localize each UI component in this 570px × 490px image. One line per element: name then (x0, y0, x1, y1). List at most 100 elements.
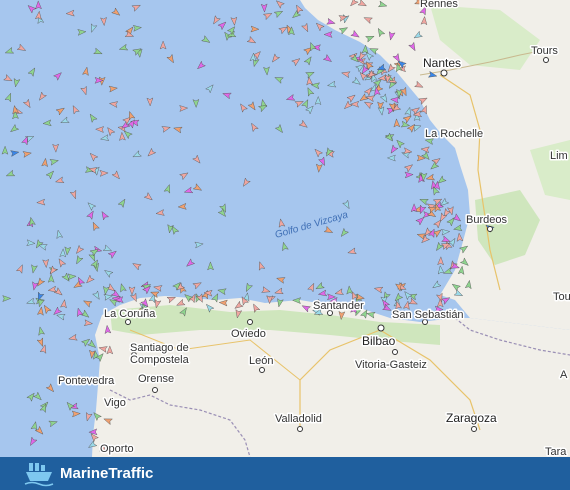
vessel-marker[interactable] (306, 76, 314, 86)
vessel-marker[interactable] (291, 9, 302, 20)
vessel-marker[interactable] (247, 101, 258, 112)
vessel-marker[interactable] (30, 421, 39, 431)
vessel-marker[interactable] (173, 125, 183, 134)
vessel-marker[interactable] (346, 93, 357, 103)
vessel-marker[interactable] (294, 99, 305, 108)
vessel-marker[interactable] (201, 35, 212, 45)
vessel-marker[interactable] (446, 206, 455, 216)
vessel-marker[interactable] (49, 158, 59, 166)
vessel-marker[interactable] (56, 257, 67, 268)
vessel-marker[interactable] (161, 124, 171, 133)
vessel-marker[interactable] (273, 9, 284, 19)
vessel-marker[interactable] (192, 154, 203, 165)
vessel-marker[interactable] (82, 298, 93, 308)
vessel-marker[interactable] (195, 60, 206, 71)
vessel-marker[interactable] (47, 273, 55, 283)
map-canvas[interactable]: Golfo de Vizcaya Rennes Nantes Tours La … (0, 0, 570, 457)
vessel-marker[interactable] (257, 261, 266, 271)
vessel-marker[interactable] (301, 98, 311, 109)
vessel-marker[interactable] (270, 53, 281, 64)
vessel-marker[interactable] (27, 66, 37, 77)
vessel-marker[interactable] (166, 53, 176, 64)
vessel-marker[interactable] (52, 143, 59, 153)
city-pontevedra[interactable]: Pontevedra (57, 374, 117, 389)
vessel-marker[interactable] (192, 280, 203, 290)
vessel-marker[interactable] (436, 298, 444, 308)
vessel-marker[interactable] (56, 312, 66, 321)
vessel-marker[interactable] (99, 170, 109, 177)
vessel-marker[interactable] (34, 239, 44, 250)
vessel-marker[interactable] (108, 100, 119, 108)
vessel-marker[interactable] (88, 112, 98, 123)
vessel-marker[interactable] (90, 221, 100, 232)
vessel-marker[interactable] (246, 35, 257, 45)
vessel-marker[interactable] (453, 224, 463, 233)
vessel-marker[interactable] (53, 70, 64, 81)
vessel-marker[interactable] (103, 268, 114, 278)
vessel-marker[interactable] (68, 333, 78, 342)
city-vigo[interactable]: Vigo (103, 396, 128, 411)
ship-logo-icon[interactable] (24, 461, 54, 487)
vessel-marker[interactable] (244, 282, 254, 293)
vessel-marker[interactable] (132, 150, 142, 160)
vessel-marker[interactable] (298, 119, 309, 130)
vessel-marker[interactable] (80, 85, 89, 96)
map-view[interactable]: Golfo de Vizcaya Rennes Nantes Tours La … (0, 0, 570, 457)
vessel-marker[interactable] (323, 31, 333, 38)
vessel-marker[interactable] (35, 0, 42, 10)
vessel-marker[interactable] (404, 106, 413, 117)
vessel-marker[interactable] (155, 209, 165, 217)
city-santiago[interactable]: Santiago de Compostela (129, 341, 192, 368)
vessel-marker[interactable] (238, 102, 248, 113)
vessel-marker[interactable] (119, 131, 126, 141)
vessel-marker[interactable] (146, 147, 157, 158)
vessel-marker[interactable] (5, 169, 16, 178)
vessel-marker[interactable] (420, 146, 430, 154)
vessel-marker[interactable] (386, 154, 396, 162)
vessel-marker[interactable] (59, 248, 67, 258)
vessel-marker[interactable] (431, 156, 442, 166)
vessel-marker[interactable] (93, 47, 104, 56)
vessel-marker[interactable] (22, 98, 32, 109)
vessel-marker[interactable] (317, 289, 328, 297)
vessel-marker[interactable] (437, 265, 445, 275)
vessel-marker[interactable] (102, 244, 113, 254)
vessel-marker[interactable] (179, 170, 190, 181)
vessel-marker[interactable] (33, 391, 44, 402)
vessel-marker[interactable] (341, 70, 351, 79)
vessel-marker[interactable] (16, 43, 27, 53)
vessel-marker[interactable] (217, 207, 228, 218)
vessel-marker[interactable] (263, 66, 270, 76)
vessel-marker[interactable] (70, 104, 80, 115)
vessel-marker[interactable] (393, 118, 401, 128)
vessel-marker[interactable] (105, 126, 116, 137)
vessel-marker[interactable] (132, 24, 143, 32)
vessel-marker[interactable] (316, 163, 323, 173)
vessel-marker[interactable] (26, 3, 37, 14)
vessel-marker[interactable] (42, 258, 50, 269)
vessel-marker[interactable] (37, 326, 46, 336)
vessel-marker[interactable] (322, 53, 333, 65)
vessel-marker[interactable] (183, 186, 194, 195)
vessel-marker[interactable] (441, 228, 451, 236)
vessel-marker[interactable] (159, 40, 167, 50)
vessel-marker[interactable] (9, 123, 20, 134)
vessel-marker[interactable] (310, 82, 320, 90)
vessel-marker[interactable] (222, 91, 232, 100)
vessel-marker[interactable] (274, 123, 285, 134)
vessel-marker[interactable] (339, 227, 350, 238)
vessel-marker[interactable] (48, 419, 58, 428)
city-oporto[interactable]: Oporto (99, 442, 136, 457)
vessel-marker[interactable] (317, 156, 327, 167)
vessel-marker[interactable] (373, 285, 384, 294)
vessel-marker[interactable] (192, 183, 203, 193)
vessel-marker[interactable] (118, 43, 129, 52)
vessel-marker[interactable] (274, 287, 284, 296)
vessel-marker[interactable] (4, 92, 14, 103)
vessel-marker[interactable] (74, 244, 85, 255)
vessel-marker[interactable] (179, 105, 189, 112)
vessel-marker[interactable] (131, 2, 142, 12)
vessel-marker[interactable] (45, 383, 56, 394)
vessel-marker[interactable] (294, 4, 304, 15)
city-la-rochelle[interactable]: La Rochelle (424, 127, 485, 142)
